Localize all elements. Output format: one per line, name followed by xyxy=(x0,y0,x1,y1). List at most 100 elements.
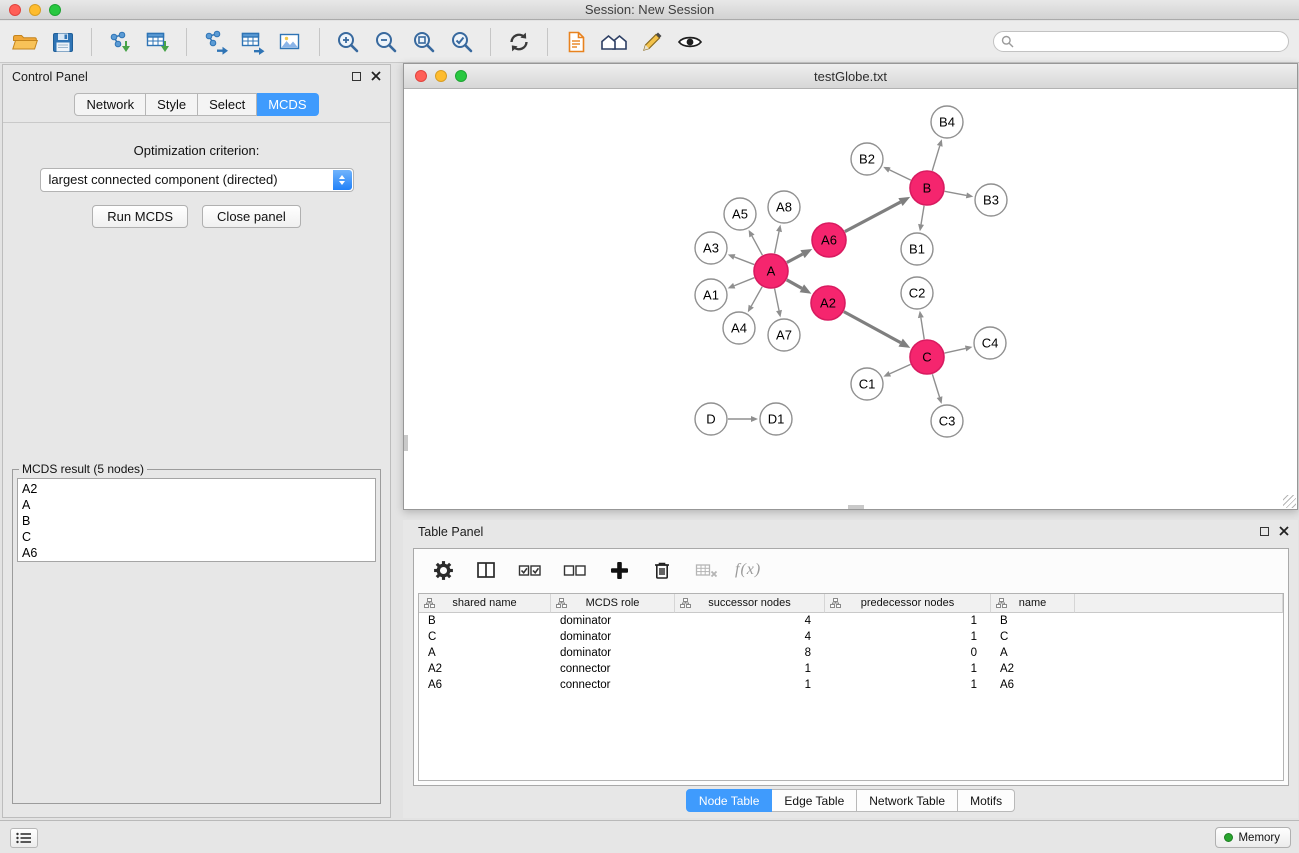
table-row[interactable]: Adominator80A xyxy=(419,645,1283,661)
table-cell[interactable]: connector xyxy=(551,677,675,693)
table-row[interactable]: Bdominator41B xyxy=(419,613,1283,629)
table-cell[interactable]: A6 xyxy=(419,677,551,693)
table-cell[interactable]: 1 xyxy=(825,629,991,645)
run-mcds-button[interactable]: Run MCDS xyxy=(92,205,188,228)
table-cell[interactable]: 0 xyxy=(825,645,991,661)
close-panel-icon[interactable] xyxy=(371,71,381,81)
table-cell[interactable]: B xyxy=(419,613,551,629)
tab-motifs[interactable]: Motifs xyxy=(958,789,1015,812)
graph-edge-A-A4[interactable] xyxy=(751,287,762,307)
table-cell[interactable]: C xyxy=(991,629,1075,645)
tab-edge-table[interactable]: Edge Table xyxy=(772,789,857,812)
delete-table-button[interactable] xyxy=(690,552,722,588)
graph-edge-C-C2[interactable] xyxy=(921,318,924,340)
criterion-dropdown[interactable]: largest connected component (directed) xyxy=(40,168,354,192)
tab-select[interactable]: Select xyxy=(198,93,257,116)
network-canvas[interactable]: B4B2BB3A8A5A6A3B1AC2A1A2A4A7C4CC1C3DD1 xyxy=(404,90,1297,509)
select-all-columns-button[interactable] xyxy=(514,552,546,588)
close-window-button[interactable] xyxy=(9,4,21,16)
table-cell[interactable]: dominator xyxy=(551,629,675,645)
show-columns-button[interactable] xyxy=(471,552,501,588)
table-cell[interactable]: A xyxy=(419,645,551,661)
table-cell[interactable]: B xyxy=(991,613,1075,629)
graph-edge-A-A1[interactable] xyxy=(734,278,754,286)
table-cell[interactable]: 1 xyxy=(825,677,991,693)
graph-edge-C-C3[interactable] xyxy=(932,374,939,397)
graph-edge-A-A6[interactable] xyxy=(787,254,803,262)
table-row[interactable]: A2connector11A2 xyxy=(419,661,1283,677)
delete-column-button[interactable] xyxy=(647,552,677,588)
graph-edge-A-A8[interactable] xyxy=(775,231,779,253)
close-network-button[interactable] xyxy=(415,70,427,82)
graph-edge-C-C1[interactable] xyxy=(890,364,911,373)
save-session-button[interactable] xyxy=(44,24,82,60)
tab-network[interactable]: Network xyxy=(74,93,146,116)
graph-edge-B-B1[interactable] xyxy=(921,206,924,225)
mcds-result-item[interactable]: A6 xyxy=(22,545,375,561)
show-panels-button[interactable] xyxy=(10,828,38,848)
minimize-network-button[interactable] xyxy=(435,70,447,82)
table-cell[interactable]: 4 xyxy=(675,613,825,629)
column-header-successor-nodes[interactable]: successor nodes xyxy=(675,594,825,613)
apply-layout-button[interactable] xyxy=(500,24,538,60)
column-header-predecessor-nodes[interactable]: predecessor nodes xyxy=(825,594,991,613)
mcds-result-item[interactable]: A xyxy=(22,497,375,513)
zoom-selected-button[interactable] xyxy=(443,24,481,60)
graph-edge-B-B3[interactable] xyxy=(945,191,967,195)
table-cell[interactable]: dominator xyxy=(551,645,675,661)
vertical-scroll-indicator[interactable] xyxy=(404,435,408,451)
resize-grip[interactable] xyxy=(1283,495,1296,508)
graph-svg[interactable]: B4B2BB3A8A5A6A3B1AC2A1A2A4A7C4CC1C3DD1 xyxy=(404,90,1297,510)
tab-network-table[interactable]: Network Table xyxy=(857,789,958,812)
zoom-window-button[interactable] xyxy=(49,4,61,16)
column-header-name[interactable]: name xyxy=(991,594,1075,613)
mcds-result-item[interactable]: C xyxy=(22,529,375,545)
zoom-in-button[interactable] xyxy=(329,24,367,60)
network-document-button[interactable] xyxy=(557,24,595,60)
network-window-titlebar[interactable]: testGlobe.txt xyxy=(404,64,1297,89)
column-header-shared-name[interactable]: shared name xyxy=(419,594,551,613)
graph-edge-A-A5[interactable] xyxy=(752,236,762,255)
graph-edge-B-B2[interactable] xyxy=(890,170,911,180)
close-panel-icon[interactable] xyxy=(1279,526,1289,536)
mcds-result-item[interactable]: A2 xyxy=(22,481,375,497)
graph-edge-A-A7[interactable] xyxy=(775,289,779,311)
float-panel-icon[interactable] xyxy=(1260,527,1269,536)
export-network-button[interactable] xyxy=(196,24,234,60)
graph-edge-B-B4[interactable] xyxy=(932,146,940,171)
tab-mcds[interactable]: MCDS xyxy=(257,93,318,116)
graph-edge-A-A3[interactable] xyxy=(734,257,754,265)
zoom-fit-button[interactable] xyxy=(405,24,443,60)
search-field[interactable] xyxy=(993,31,1289,52)
graph-edge-A2-C[interactable] xyxy=(844,312,901,343)
memory-button[interactable]: Memory xyxy=(1215,827,1291,848)
table-cell[interactable]: C xyxy=(419,629,551,645)
tab-style[interactable]: Style xyxy=(146,93,198,116)
table-settings-button[interactable] xyxy=(428,552,458,588)
table-cell[interactable]: 8 xyxy=(675,645,825,661)
float-panel-icon[interactable] xyxy=(352,72,361,81)
table-cell[interactable]: dominator xyxy=(551,613,675,629)
open-session-button[interactable] xyxy=(6,24,44,60)
table-cell[interactable]: 1 xyxy=(825,613,991,629)
export-image-button[interactable] xyxy=(272,24,310,60)
create-column-button[interactable] xyxy=(604,552,634,588)
table-row[interactable]: A6connector11A6 xyxy=(419,677,1283,693)
table-cell[interactable]: A2 xyxy=(991,661,1075,677)
zoom-network-button[interactable] xyxy=(455,70,467,82)
zoom-out-button[interactable] xyxy=(367,24,405,60)
export-table-button[interactable] xyxy=(234,24,272,60)
graph-edge-A-A2[interactable] xyxy=(787,280,802,289)
horizontal-scroll-indicator[interactable] xyxy=(848,505,864,509)
import-table-button[interactable] xyxy=(139,24,177,60)
table-cell[interactable]: connector xyxy=(551,661,675,677)
table-cell[interactable]: 1 xyxy=(825,661,991,677)
show-graphics-details-button[interactable] xyxy=(671,24,709,60)
import-network-button[interactable] xyxy=(101,24,139,60)
minimize-window-button[interactable] xyxy=(29,4,41,16)
table-cell[interactable]: 4 xyxy=(675,629,825,645)
table-cell[interactable]: 1 xyxy=(675,661,825,677)
table-row[interactable]: Cdominator41C xyxy=(419,629,1283,645)
close-panel-button[interactable]: Close panel xyxy=(202,205,301,228)
mcds-result-list[interactable]: A2ABCA6 xyxy=(17,478,376,562)
